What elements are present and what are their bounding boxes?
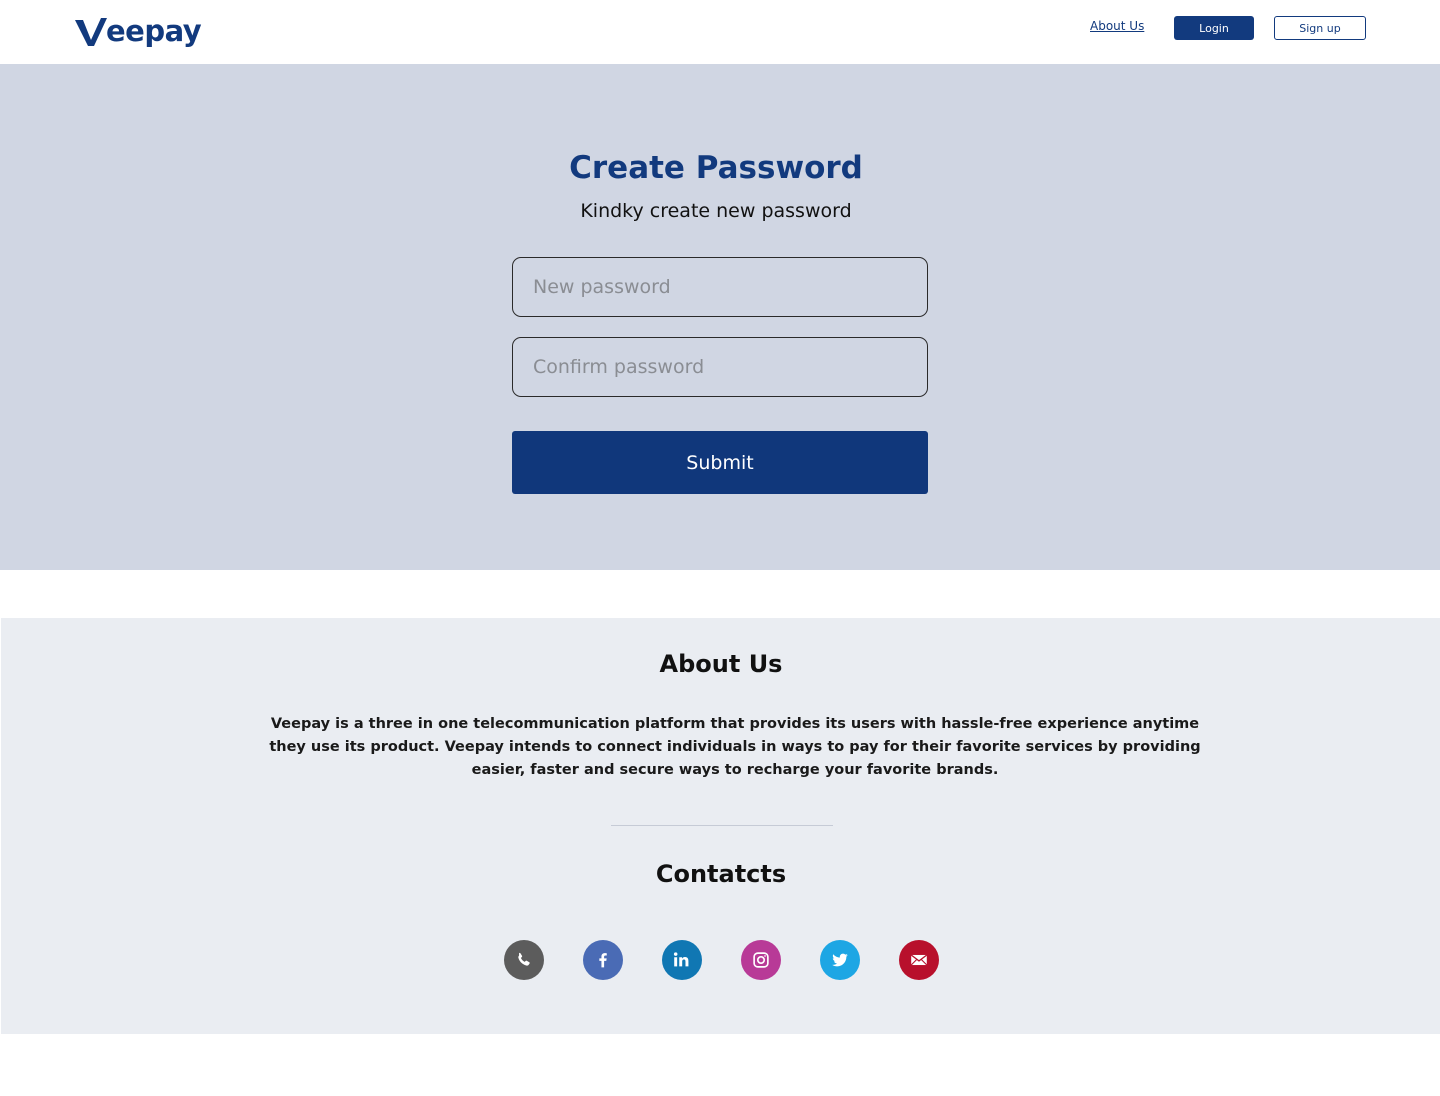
section-divider xyxy=(611,825,833,826)
phone-link[interactable] xyxy=(504,940,544,980)
linkedin-link[interactable] xyxy=(662,940,702,980)
facebook-icon xyxy=(599,953,607,968)
logo-v-mark-icon xyxy=(75,18,107,46)
instagram-link[interactable] xyxy=(741,940,781,980)
new-password-input[interactable] xyxy=(512,257,928,317)
page-title: Create Password xyxy=(569,150,863,186)
linkedin-icon xyxy=(673,952,689,967)
nav-about-us-link[interactable]: About Us xyxy=(1090,19,1144,33)
phone-icon xyxy=(518,952,530,966)
confirm-password-input[interactable] xyxy=(512,337,928,397)
create-password-section: Create Password Kindky create new passwo… xyxy=(0,64,1440,570)
about-us-description: Veepay is a three in one telecommunicati… xyxy=(269,716,1201,778)
email-icon xyxy=(910,954,928,966)
submit-button[interactable]: Submit xyxy=(512,431,928,494)
twitter-icon xyxy=(832,953,848,967)
facebook-link[interactable] xyxy=(583,940,623,980)
email-link[interactable] xyxy=(899,940,939,980)
signup-button[interactable]: Sign up xyxy=(1274,16,1366,40)
instagram-icon xyxy=(753,952,769,968)
veepay-logo[interactable]: eepay xyxy=(74,8,202,48)
social-links xyxy=(504,940,939,980)
twitter-link[interactable] xyxy=(820,940,860,980)
top-nav-bar: eepay About Us Login Sign up xyxy=(0,0,1440,64)
contacts-heading: Contatcts xyxy=(655,860,787,888)
brand-name: eepay xyxy=(106,14,202,48)
page-subtitle: Kindky create new password xyxy=(580,200,852,222)
login-button[interactable]: Login xyxy=(1174,16,1254,40)
about-us-section: About Us Veepay is a three in one teleco… xyxy=(1,618,1440,1034)
about-us-heading: About Us xyxy=(659,650,783,678)
